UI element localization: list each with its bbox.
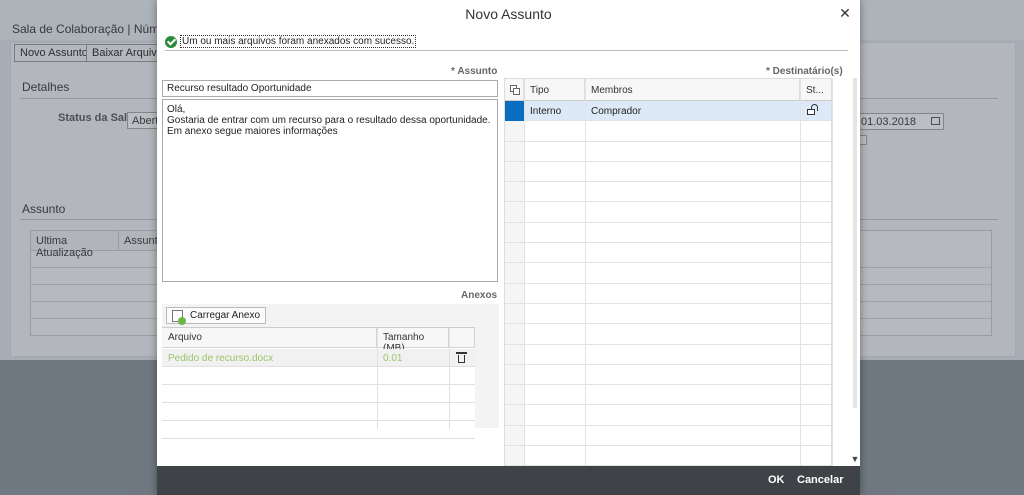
column-divider [449, 328, 450, 429]
chevron-down-icon[interactable]: ▼ [850, 454, 860, 464]
column-divider [832, 79, 833, 468]
column-divider [800, 79, 801, 468]
upload-attachment-button[interactable]: Carregar Anexo [166, 307, 267, 325]
table-row [162, 421, 475, 439]
success-message-bar: Um ou mais arquivos foram anexados com s… [165, 35, 848, 51]
table-row [162, 403, 475, 421]
recipients-label: * Destinatário(s) [766, 66, 843, 77]
table-row [505, 324, 831, 345]
table-row [505, 345, 831, 365]
cancel-button[interactable]: Cancelar [797, 474, 843, 486]
attachments-table: Arquivo Tamanho (MB) Pedido de recurso.d… [162, 327, 475, 439]
table-row [505, 263, 831, 284]
table-row [505, 365, 831, 386]
table-row [505, 162, 831, 183]
table-row [505, 406, 831, 426]
column-header-status[interactable]: St... [800, 79, 832, 101]
column-divider [524, 79, 525, 468]
copy-icon[interactable] [510, 85, 520, 95]
attachment-file-name[interactable]: Pedido de recurso.docx [168, 353, 273, 364]
check-circle-icon [165, 36, 177, 48]
subject-label: * Assunto [451, 66, 498, 77]
recipients-label-text: Destinatário(s) [772, 66, 843, 77]
attachments-label: Anexos [461, 290, 498, 301]
table-row [505, 203, 831, 223]
table-row [505, 182, 831, 203]
scrollbar-track[interactable] [853, 78, 857, 408]
unlock-icon[interactable] [807, 104, 819, 116]
upload-attachment-label: Carregar Anexo [190, 310, 261, 321]
table-row [162, 385, 475, 403]
column-divider [585, 79, 586, 468]
close-icon[interactable]: ✕ [836, 4, 854, 22]
column-header-size[interactable]: Tamanho (MB) [377, 328, 449, 354]
column-divider [377, 328, 378, 429]
table-row [505, 223, 831, 244]
dialog-title: Novo Assunto [465, 6, 552, 22]
trash-icon[interactable] [456, 352, 467, 363]
new-subject-dialog: Novo Assunto ✕ Um ou mais arquivos foram… [157, 0, 860, 495]
attachment-file-size: 0.01 [383, 353, 403, 364]
select-all-header[interactable] [505, 79, 524, 101]
column-header-actions [449, 328, 475, 348]
recipient-type: Interno [530, 106, 562, 117]
table-row[interactable]: Interno Comprador [505, 101, 831, 122]
table-row [505, 426, 831, 447]
success-message: Um ou mais arquivos foram anexados com s… [180, 35, 417, 48]
column-header-members[interactable]: Membros [585, 79, 800, 101]
column-header-type[interactable]: Tipo [524, 79, 585, 101]
row-selector[interactable] [505, 101, 524, 121]
table-row [505, 121, 831, 142]
table-row [505, 142, 831, 162]
column-header-file[interactable]: Arquivo [162, 328, 377, 348]
table-row [505, 243, 831, 264]
dialog-footer: OK Cancelar [157, 466, 860, 495]
table-row [505, 284, 831, 304]
attachments-panel: Carregar Anexo Arquivo Tamanho (MB) Pedi… [162, 304, 499, 439]
table-row [505, 304, 831, 325]
dialog-scrollbar[interactable]: ▼ [850, 78, 860, 467]
table-row[interactable]: Pedido de recurso.docx 0.01 [162, 349, 475, 367]
recipients-table: Tipo Membros St... Interno Comprador [504, 78, 833, 468]
message-body-textarea[interactable]: Olá, Gostaria de entrar com um recurso p… [162, 99, 498, 282]
subject-label-text: Assunto [457, 66, 498, 77]
table-row [505, 446, 831, 467]
ok-button[interactable]: OK [768, 474, 785, 486]
add-file-icon [172, 310, 186, 325]
recipient-member: Comprador [591, 106, 642, 117]
table-row [162, 367, 475, 385]
subject-input[interactable] [162, 80, 498, 97]
table-row [505, 385, 831, 406]
